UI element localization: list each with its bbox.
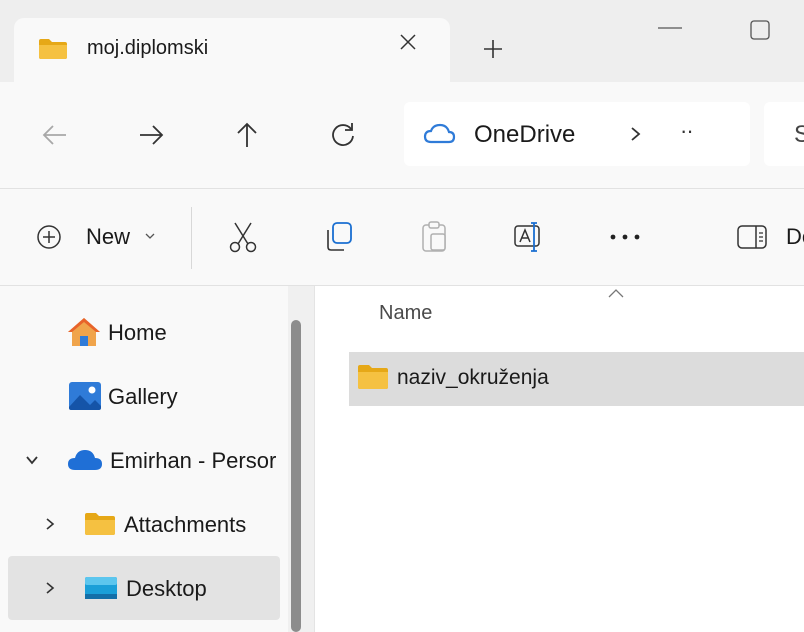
file-row[interactable]: naziv_okruženja: [349, 352, 804, 406]
more-options-icon[interactable]: [608, 220, 642, 254]
cut-icon[interactable]: [226, 220, 260, 254]
address-location[interactable]: OneDrive: [474, 121, 575, 149]
address-overflow[interactable]: ··: [680, 118, 694, 144]
plus-circle-icon: [37, 225, 61, 249]
navigation-bar: OneDrive ·· S: [0, 82, 804, 189]
folder-icon: [358, 365, 388, 389]
chevron-down-icon[interactable]: [24, 452, 40, 468]
command-bar: New De: [0, 189, 804, 286]
navigation-pane: Home Gallery Emirhan - Persor Attachment…: [0, 286, 288, 632]
minimize-icon[interactable]: [656, 18, 684, 38]
sidebar-item-attachments[interactable]: Attachments: [0, 492, 280, 556]
file-name: naziv_okruženja: [397, 366, 549, 389]
chevron-right-icon[interactable]: [42, 580, 58, 596]
onedrive-cloud-icon: [68, 450, 102, 470]
sidebar-item-label: Gallery: [108, 384, 178, 409]
sidebar-item-home[interactable]: Home: [0, 300, 280, 364]
copy-icon[interactable]: [322, 220, 356, 254]
sidebar-scrollbar-thumb[interactable]: [291, 320, 301, 632]
search-box[interactable]: S: [764, 102, 804, 166]
details-pane-icon[interactable]: [736, 220, 770, 254]
chevron-down-icon: [145, 233, 155, 239]
new-button[interactable]: New: [36, 222, 166, 252]
arrow-up-icon[interactable]: [232, 120, 262, 150]
chevron-right-icon[interactable]: [42, 516, 58, 532]
gallery-icon: [69, 382, 101, 410]
sidebar-item-label: Home: [108, 320, 167, 345]
sidebar-item-gallery[interactable]: Gallery: [0, 364, 280, 428]
sort-ascending-icon: [608, 289, 624, 298]
onedrive-cloud-icon: [423, 123, 456, 144]
arrow-left-icon[interactable]: [40, 120, 70, 150]
folder-icon: [39, 39, 67, 59]
file-list: Name naziv_okruženja: [315, 286, 804, 632]
details-button-label[interactable]: De: [786, 224, 804, 250]
arrow-right-icon[interactable]: [136, 120, 166, 150]
sidebar-item-onedrive[interactable]: Emirhan - Persor: [0, 428, 280, 492]
sidebar-item-label: Attachments: [124, 512, 247, 537]
column-header-name[interactable]: Name: [379, 302, 432, 325]
title-bar: moj.diplomski: [0, 0, 804, 82]
tab-title: moj.diplomski: [87, 37, 209, 59]
tab-moj-diplomski[interactable]: moj.diplomski: [14, 18, 450, 82]
folder-icon: [85, 513, 115, 535]
rename-icon[interactable]: [512, 220, 546, 254]
close-icon[interactable]: [398, 32, 418, 52]
sidebar-item-label: Emirhan - Persor: [110, 448, 277, 473]
chevron-right-icon[interactable]: [626, 122, 646, 146]
home-icon: [68, 318, 100, 346]
sidebar-item-label: Desktop: [126, 576, 207, 601]
desktop-folder-icon: [85, 577, 117, 599]
refresh-icon[interactable]: [328, 120, 358, 150]
address-bar[interactable]: OneDrive ··: [404, 102, 750, 166]
search-placeholder: S: [794, 121, 804, 148]
paste-icon[interactable]: [418, 220, 452, 254]
toolbar-divider: [191, 207, 192, 269]
maximize-icon[interactable]: [748, 18, 772, 42]
sidebar-item-desktop[interactable]: Desktop: [8, 556, 280, 620]
plus-icon[interactable]: [482, 38, 504, 60]
new-button-label: New: [86, 224, 131, 249]
